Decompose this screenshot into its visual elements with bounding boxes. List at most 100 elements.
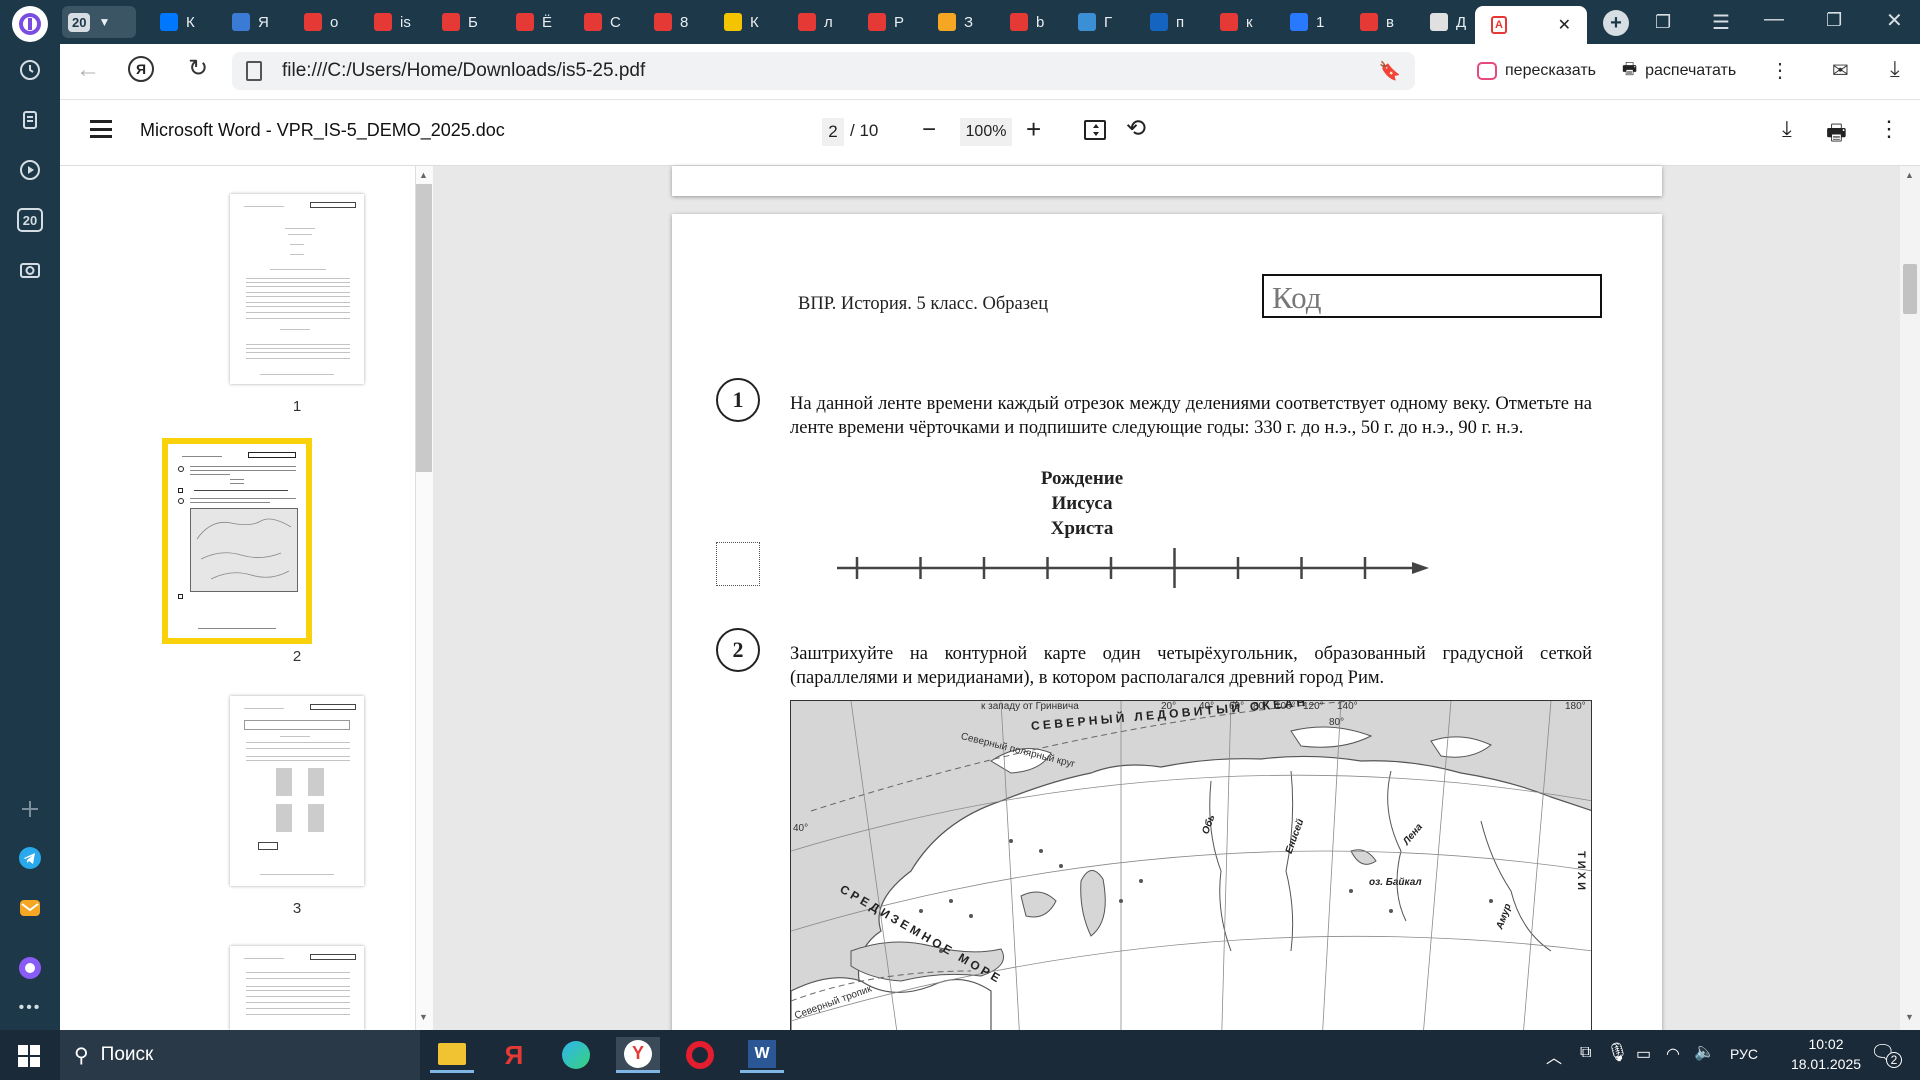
map-label-lon120: 120° — [1303, 701, 1324, 712]
clock[interactable]: 10:02 18.01.2025 — [1776, 1034, 1876, 1074]
notifications-icon[interactable]: 🗨 2 — [1870, 1040, 1902, 1070]
tabs-counter-label: 20 — [17, 208, 43, 232]
alice-icon[interactable] — [14, 952, 46, 984]
tray-chevron-icon[interactable]: ︿ — [1546, 1044, 1562, 1068]
browser-tab[interactable]: К — [714, 6, 780, 38]
fit-page-icon[interactable] — [1084, 120, 1106, 140]
browser-tab[interactable]: Ё — [506, 6, 572, 38]
add-panel-icon[interactable] — [14, 793, 46, 825]
print-pdf-icon[interactable]: 🖶 — [1826, 116, 1847, 154]
more-dots-icon[interactable]: ••• — [14, 992, 46, 1024]
browser-tab[interactable]: С — [574, 6, 640, 38]
browser-tab[interactable]: З — [928, 6, 994, 38]
page-number-input[interactable]: 2 — [822, 118, 844, 146]
code-box: Код — [1262, 274, 1602, 318]
taskbar-search[interactable]: ⚲ Поиск — [60, 1030, 420, 1080]
extensions-icon[interactable]: ✉ — [1832, 58, 1849, 83]
scroll-down-icon[interactable]: ▼ — [419, 1012, 428, 1022]
browser-tab[interactable]: is — [364, 6, 430, 38]
pdf-toolbar: Microsoft Word - VPR_IS-5_DEMO_2025.doc … — [60, 100, 1920, 166]
viewer-scroll-up-icon[interactable]: ▲ — [1905, 170, 1914, 180]
map-label-baikal: оз. Байкал — [1369, 877, 1422, 888]
pdf-more-icon[interactable]: ⋮ — [1878, 116, 1900, 142]
edge-icon[interactable] — [554, 1037, 598, 1073]
browser-tab[interactable]: 8 — [644, 6, 710, 38]
minimize-icon[interactable]: — — [1764, 8, 1784, 31]
zoom-level[interactable]: 100% — [960, 118, 1012, 146]
pdf-icon — [654, 13, 672, 31]
browser-tab-label: л — [824, 13, 833, 31]
wifi-icon[interactable]: ◠ — [1666, 1044, 1680, 1064]
zoom-out-icon[interactable]: − — [922, 116, 936, 144]
viewer-scrollbar[interactable]: ▲ ▼ — [1900, 166, 1920, 1030]
browser-tab[interactable]: Б — [432, 6, 498, 38]
opera-icon[interactable] — [678, 1037, 722, 1073]
tabs-counter-icon[interactable]: 20 — [14, 204, 46, 236]
browser-tab[interactable]: Я — [222, 6, 288, 38]
telegram-icon[interactable] — [14, 842, 46, 874]
tab-active-pdf[interactable]: A ✕ — [1475, 6, 1587, 44]
thumbnail-page-3[interactable] — [230, 696, 364, 886]
download-pdf-icon[interactable]: ⤓ — [1782, 116, 1792, 142]
yandex-home-icon[interactable]: Я — [128, 56, 154, 82]
map-label-west: к западу от Гринвича — [981, 701, 1079, 712]
thumbnail-page-4[interactable] — [230, 946, 364, 1030]
thumbnail-page-2[interactable] — [168, 444, 306, 638]
browser-tab-label: 8 — [680, 13, 689, 31]
reload-icon[interactable]: ↻ — [188, 54, 208, 83]
video-play-icon[interactable] — [14, 154, 46, 186]
browser-tab[interactable]: л — [788, 6, 854, 38]
mail-icon[interactable] — [14, 892, 46, 924]
windows-taskbar: ⚲ Поиск Я Y W ︿ ⧉ 🎙 ▭ ◠ 🔈 РУС 10:02 18.0… — [0, 1030, 1920, 1080]
browser-tab[interactable]: в — [1350, 6, 1416, 38]
browser-tab[interactable]: 1 — [1280, 6, 1346, 38]
word-icon[interactable]: W — [740, 1037, 784, 1073]
back-icon[interactable]: ← — [76, 56, 100, 84]
bookmark-icon[interactable]: 🔖 — [1379, 61, 1401, 82]
print-page-button[interactable]: 🖶 распечатать — [1622, 53, 1736, 89]
retell-button[interactable]: пересказать — [1477, 53, 1596, 89]
language-indicator[interactable]: РУС — [1730, 1046, 1758, 1062]
yandex-app-icon[interactable]: Y — [616, 1037, 660, 1073]
viewer-scroll-thumb[interactable] — [1903, 264, 1917, 314]
windows-start-icon[interactable] — [18, 1045, 40, 1067]
zoom-in-icon[interactable]: + — [1026, 114, 1041, 145]
thumbnail-scroll-thumb[interactable] — [416, 184, 432, 472]
browser-tab[interactable]: п — [1140, 6, 1206, 38]
scroll-up-icon[interactable]: ▲ — [419, 170, 428, 180]
browser-tab[interactable]: b — [1000, 6, 1066, 38]
tab-group-button[interactable]: 20 ▼ — [62, 6, 136, 38]
collections-window-icon[interactable]: ❐ — [1655, 12, 1671, 33]
new-tab-button[interactable]: + — [1603, 10, 1629, 36]
restore-icon[interactable]: ❐ — [1826, 10, 1842, 31]
browser-tab[interactable]: к — [1210, 6, 1276, 38]
yandex-browser-icon[interactable]: Я — [492, 1037, 536, 1073]
close-tab-icon[interactable]: ✕ — [1558, 15, 1571, 35]
menu-icon[interactable]: ☰ — [1712, 10, 1730, 35]
screenshot-icon[interactable] — [14, 254, 46, 286]
rotate-icon[interactable]: ⟲ — [1126, 114, 1146, 143]
microphone-icon[interactable]: 🎙 — [1606, 1042, 1629, 1063]
browser-tab[interactable]: Р — [858, 6, 924, 38]
battery-icon[interactable]: ▭ — [1636, 1044, 1651, 1064]
browser-tab[interactable]: Г — [1068, 6, 1134, 38]
more-vertical-icon[interactable]: ⋮ — [1770, 58, 1790, 83]
hamburger-menu-icon[interactable] — [90, 120, 112, 138]
taskbar-search-label: Поиск — [100, 1044, 154, 1065]
contour-map: к западу от Гринвича 20° 40° 60° 80° 100… — [790, 700, 1592, 1044]
thumbnail-page-1[interactable] — [230, 194, 364, 384]
browser-tab[interactable]: К — [150, 6, 216, 38]
tray-device-icon[interactable]: ⧉ — [1580, 1044, 1591, 1062]
volume-icon[interactable]: 🔈 — [1694, 1042, 1715, 1062]
downloads-icon[interactable]: ⤓ — [1890, 56, 1900, 82]
file-explorer-icon[interactable] — [430, 1037, 474, 1073]
collections-icon[interactable] — [14, 104, 46, 136]
history-icon[interactable] — [14, 54, 46, 86]
close-window-icon[interactable]: ✕ — [1886, 8, 1903, 33]
profile-avatar[interactable] — [12, 6, 48, 42]
thumbnail-scrollbar[interactable]: ▲ ▼ — [415, 166, 433, 1030]
viewer-scroll-down-icon[interactable]: ▼ — [1905, 1012, 1914, 1022]
swoosh-icon — [232, 13, 250, 31]
browser-tab[interactable]: о — [294, 6, 360, 38]
url-field[interactable]: file:///C:/Users/Home/Downloads/is5-25.p… — [232, 52, 1415, 90]
